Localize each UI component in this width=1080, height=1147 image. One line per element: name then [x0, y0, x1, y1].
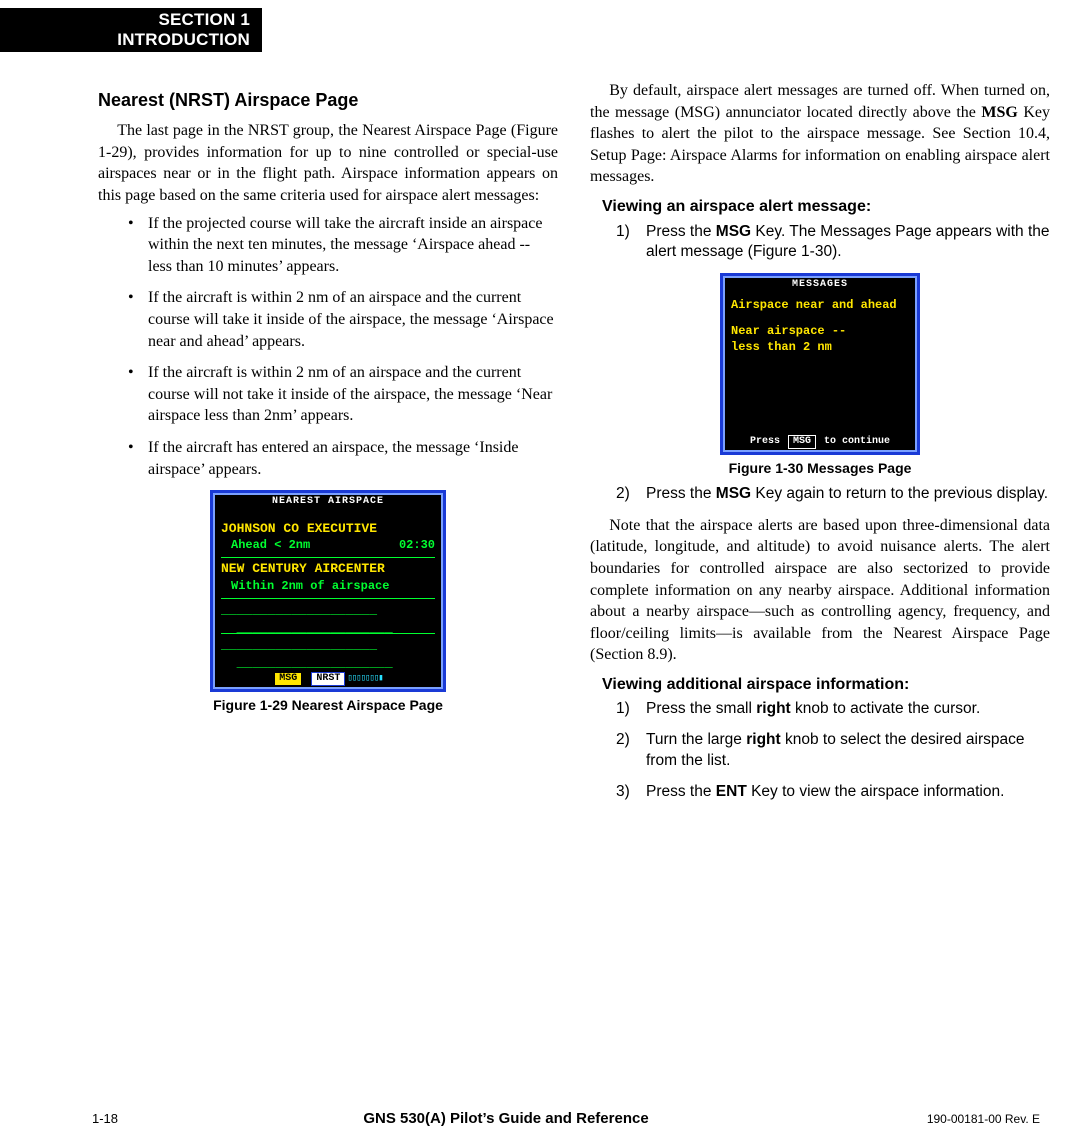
- steps-view-alert-cont: 2) Press the MSG Key again to return to …: [616, 484, 1050, 505]
- airspace-name: JOHNSON CO EXECUTIVE: [221, 520, 435, 538]
- list-item: If the aircraft is within 2 nm of an air…: [142, 362, 558, 427]
- message-line: Airspace near and ahead: [731, 297, 909, 313]
- page-number: 1-18: [92, 1110, 152, 1128]
- list-item: If the aircraft is within 2 nm of an air…: [142, 287, 558, 352]
- step-item: 1) Press the small right knob to activat…: [634, 699, 1050, 720]
- gps-row-empty: ____________________ ___________________…: [221, 633, 435, 664]
- figure-caption: Figure 1-29 Nearest Airspace Page: [98, 696, 558, 715]
- list-item: If the aircraft has entered an airspace,…: [142, 437, 558, 480]
- step-item: 3) Press the ENT Key to view the airspac…: [634, 782, 1050, 803]
- step-item: 1) Press the MSG Key. The Messages Page …: [634, 222, 1050, 264]
- airspace-status: Ahead < 2nm: [221, 537, 310, 553]
- page-footer: 1-18 GNS 530(A) Pilot’s Guide and Refere…: [92, 1109, 1040, 1129]
- section-line1: SECTION 1: [0, 10, 250, 30]
- subheading-view-additional: Viewing additional airspace information:: [602, 674, 1050, 696]
- paragraph: Note that the airspace alerts are based …: [590, 515, 1050, 666]
- gps-row-empty: ____________________ ___________________…: [221, 598, 435, 629]
- gps-footer: Press MSG to continue: [723, 433, 917, 452]
- airspace-time: 02:30: [399, 537, 435, 553]
- gps-row: NEW CENTURY AIRCENTER Within 2nm of airs…: [221, 557, 435, 594]
- paragraph: By default, airspace alert messages are …: [590, 80, 1050, 188]
- main-content: Nearest (NRST) Airspace Page The last pa…: [98, 80, 1050, 1087]
- gps-screen-nearest-airspace: NEAREST AIRSPACE JOHNSON CO EXECUTIVE Ah…: [210, 490, 446, 692]
- intro-paragraph: The last page in the NRST group, the Nea…: [98, 120, 558, 206]
- gps-body: JOHNSON CO EXECUTIVE Ahead < 2nm 02:30 N…: [213, 510, 443, 670]
- document-revision: 190-00181-00 Rev. E: [860, 1111, 1040, 1127]
- subheading-view-alert: Viewing an airspace alert message:: [602, 196, 1050, 218]
- gps-row: JOHNSON CO EXECUTIVE Ahead < 2nm 02:30: [221, 518, 435, 554]
- figure-1-29: NEAREST AIRSPACE JOHNSON CO EXECUTIVE Ah…: [98, 490, 558, 715]
- section-line2: INTRODUCTION: [0, 30, 250, 50]
- msg-annunciator: MSG: [275, 673, 301, 685]
- gps-screen-messages: MESSAGES Airspace near and ahead Near ai…: [720, 273, 920, 455]
- message-line: less than 2 nm: [731, 339, 909, 355]
- gps-title: MESSAGES: [723, 276, 917, 293]
- gps-title: NEAREST AIRSPACE: [213, 493, 443, 510]
- steps-view-additional: 1) Press the small right knob to activat…: [616, 699, 1050, 803]
- gps-footer: MSG NRST▯▯▯▯▯▯▯▮: [213, 670, 443, 689]
- step-item: 2) Press the MSG Key again to return to …: [634, 484, 1050, 505]
- section-tab: SECTION 1 INTRODUCTION: [0, 8, 262, 52]
- msg-key-hint: MSG: [788, 435, 816, 449]
- nrst-tag: NRST: [311, 672, 345, 686]
- figure-caption: Figure 1-30 Messages Page: [590, 459, 1050, 478]
- gps-body: Airspace near and ahead Near airspace --…: [723, 293, 917, 433]
- airspace-status: Within 2nm of airspace: [221, 578, 435, 594]
- message-line: Near airspace --: [731, 323, 909, 339]
- airspace-name: NEW CENTURY AIRCENTER: [221, 560, 435, 578]
- list-item: If the projected course will take the ai…: [142, 213, 558, 278]
- steps-view-alert: 1) Press the MSG Key. The Messages Page …: [616, 222, 1050, 264]
- document-title: GNS 530(A) Pilot’s Guide and Reference: [152, 1109, 860, 1129]
- alert-criteria-list: If the projected course will take the ai…: [124, 213, 558, 481]
- page-heading: Nearest (NRST) Airspace Page: [98, 88, 558, 112]
- figure-1-30: MESSAGES Airspace near and ahead Near ai…: [590, 273, 1050, 477]
- step-item: 2) Turn the large right knob to select t…: [634, 730, 1050, 772]
